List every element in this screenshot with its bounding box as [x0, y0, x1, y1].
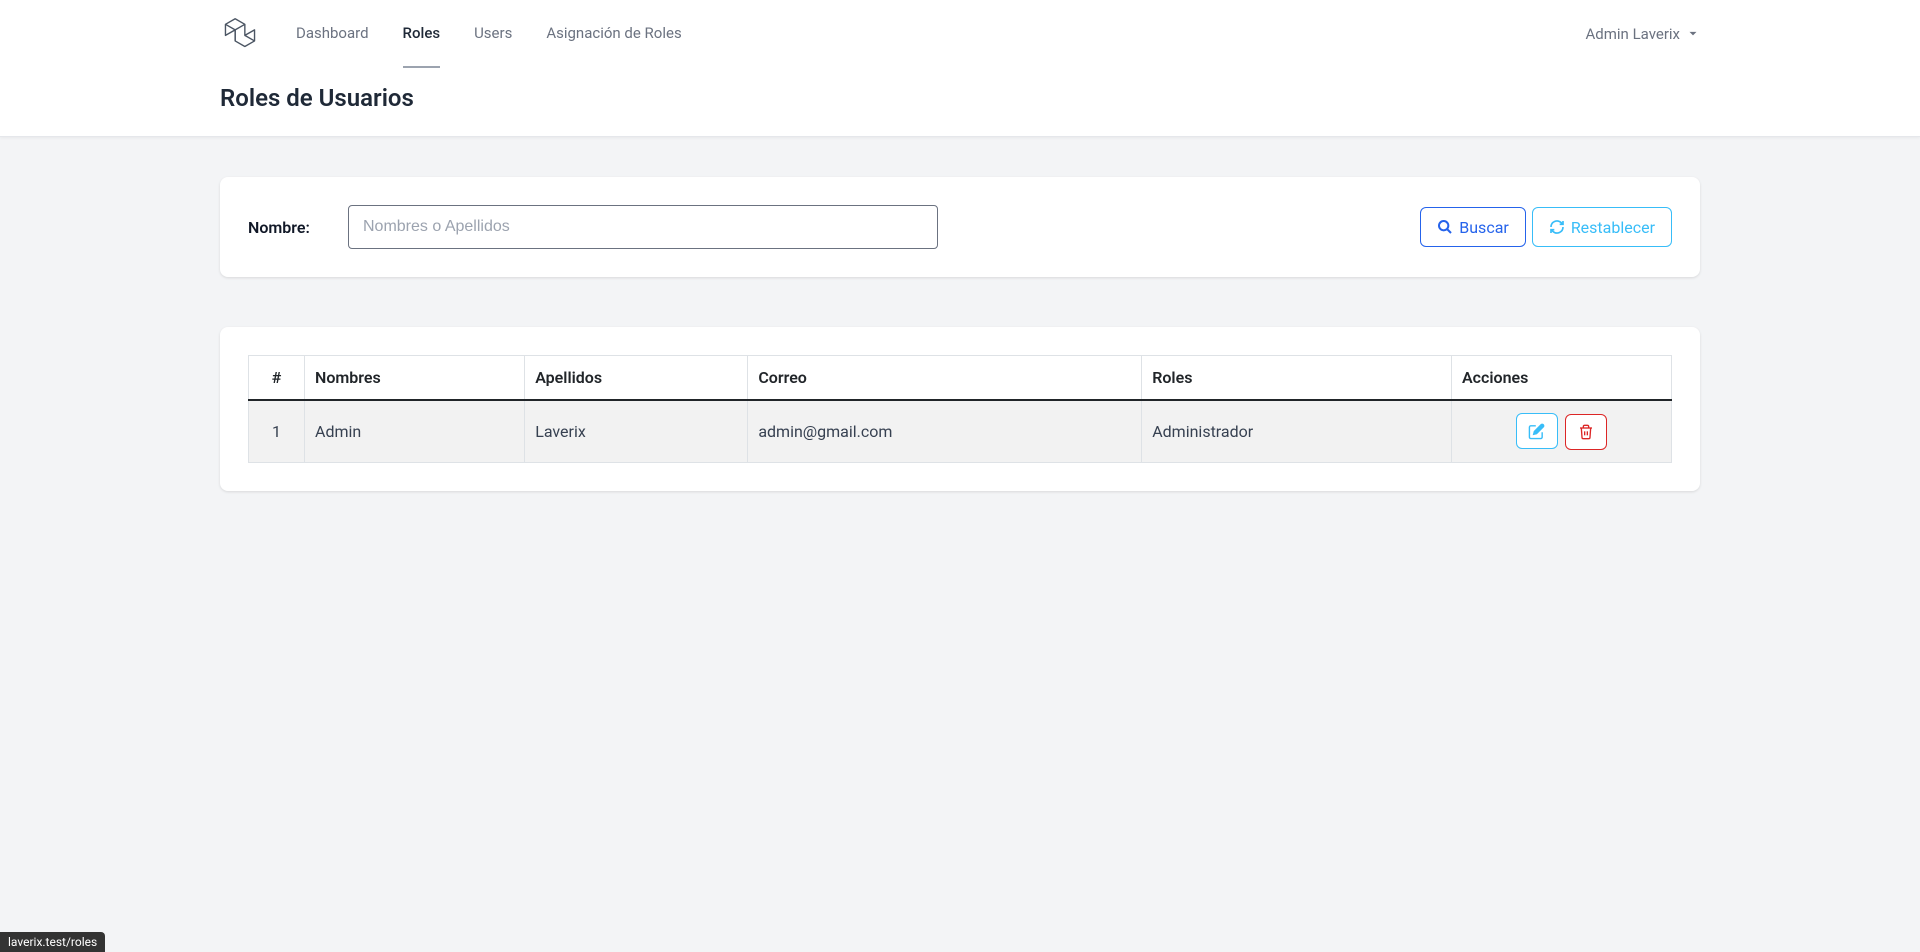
primary-nav: Dashboard Roles Users Asignación de Role…: [296, 0, 682, 68]
user-name: Admin Laverix: [1586, 25, 1680, 43]
nav-asignacion-roles[interactable]: Asignación de Roles: [546, 0, 681, 68]
buscar-label: Buscar: [1459, 218, 1509, 237]
delete-button[interactable]: [1565, 414, 1607, 450]
nav-dashboard[interactable]: Dashboard: [296, 0, 369, 68]
status-bar: laverix.test/roles: [0, 932, 105, 952]
top-header: Dashboard Roles Users Asignación de Role…: [0, 0, 1920, 137]
table-card: # Nombres Apellidos Correo Roles Accione…: [220, 327, 1700, 491]
edit-button[interactable]: [1516, 413, 1558, 449]
edit-icon: [1528, 423, 1545, 440]
cell-roles: Administrador: [1142, 400, 1452, 462]
nav-users[interactable]: Users: [474, 0, 512, 68]
chevron-down-icon: [1686, 27, 1700, 41]
cell-num: 1: [249, 400, 305, 462]
roles-table: # Nombres Apellidos Correo Roles Accione…: [248, 355, 1672, 463]
cell-apellidos: Laverix: [525, 400, 748, 462]
search-input[interactable]: [348, 205, 938, 249]
app-logo[interactable]: [220, 14, 260, 54]
nav-roles[interactable]: Roles: [403, 0, 441, 68]
restablecer-label: Restablecer: [1571, 218, 1655, 237]
page-title: Roles de Usuarios: [220, 84, 1700, 112]
cell-correo: admin@gmail.com: [748, 400, 1142, 462]
th-acciones: Acciones: [1452, 356, 1672, 401]
th-apellidos: Apellidos: [525, 356, 748, 401]
search-label: Nombre:: [248, 218, 318, 237]
search-icon: [1437, 219, 1453, 235]
th-num: #: [249, 356, 305, 401]
th-correo: Correo: [748, 356, 1142, 401]
restablecer-button[interactable]: Restablecer: [1532, 207, 1672, 247]
table-row: 1 Admin Laverix admin@gmail.com Administ…: [249, 400, 1672, 462]
buscar-button[interactable]: Buscar: [1420, 207, 1526, 247]
th-roles: Roles: [1142, 356, 1452, 401]
user-menu[interactable]: Admin Laverix: [1586, 25, 1700, 43]
cell-acciones: [1452, 400, 1672, 462]
laravel-logo-icon: [222, 16, 258, 52]
trash-icon: [1578, 424, 1594, 440]
cell-nombres: Admin: [305, 400, 525, 462]
search-card: Nombre: Buscar Re: [220, 177, 1700, 277]
main-content: Nombre: Buscar Re: [180, 137, 1740, 531]
refresh-icon: [1549, 219, 1565, 235]
th-nombres: Nombres: [305, 356, 525, 401]
